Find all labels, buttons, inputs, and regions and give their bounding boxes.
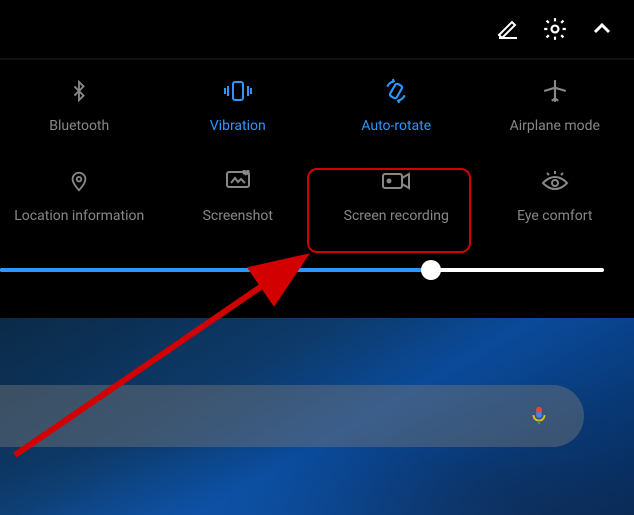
tile-location[interactable]: Location information — [0, 150, 159, 240]
google-search-bar[interactable] — [0, 385, 584, 447]
quicksettings-grid: Bluetooth Vibration Auto-rotate Airplane — [0, 60, 634, 240]
slider-fill — [0, 268, 431, 272]
tile-label: Location information — [14, 208, 144, 224]
tile-eyecomfort[interactable]: Eye comfort — [476, 150, 634, 240]
tile-label: Bluetooth — [49, 118, 109, 134]
tile-screenrecording[interactable]: Screen recording — [317, 150, 476, 240]
brightness-slider[interactable] — [0, 240, 634, 300]
tile-label: Screenshot — [203, 208, 273, 224]
tile-label: Vibration — [210, 118, 266, 134]
edit-icon[interactable] — [496, 17, 520, 41]
tile-bluetooth[interactable]: Bluetooth — [0, 60, 159, 150]
mic-icon[interactable] — [528, 403, 550, 429]
location-icon — [68, 166, 90, 196]
tile-label: Eye comfort — [517, 208, 592, 224]
airplane-icon — [542, 76, 568, 106]
chevron-up-icon[interactable] — [590, 17, 614, 41]
video-icon — [381, 166, 411, 196]
bluetooth-icon — [68, 76, 90, 106]
gear-icon[interactable] — [542, 16, 568, 42]
tile-label: Auto-rotate — [361, 118, 431, 134]
tile-airplane[interactable]: Airplane mode — [476, 60, 634, 150]
quicksettings-topbar — [0, 0, 634, 60]
tile-label: Airplane mode — [510, 118, 600, 134]
slider-thumb[interactable] — [421, 260, 441, 280]
tile-screenshot[interactable]: Screenshot — [159, 150, 318, 240]
rotate-icon — [383, 76, 409, 106]
eye-icon — [541, 166, 569, 196]
tile-label: Screen recording — [344, 208, 449, 224]
tile-vibration[interactable]: Vibration — [159, 60, 318, 150]
tile-autorotate[interactable]: Auto-rotate — [317, 60, 476, 150]
screenshot-icon — [225, 166, 251, 196]
vibration-icon — [223, 76, 253, 106]
